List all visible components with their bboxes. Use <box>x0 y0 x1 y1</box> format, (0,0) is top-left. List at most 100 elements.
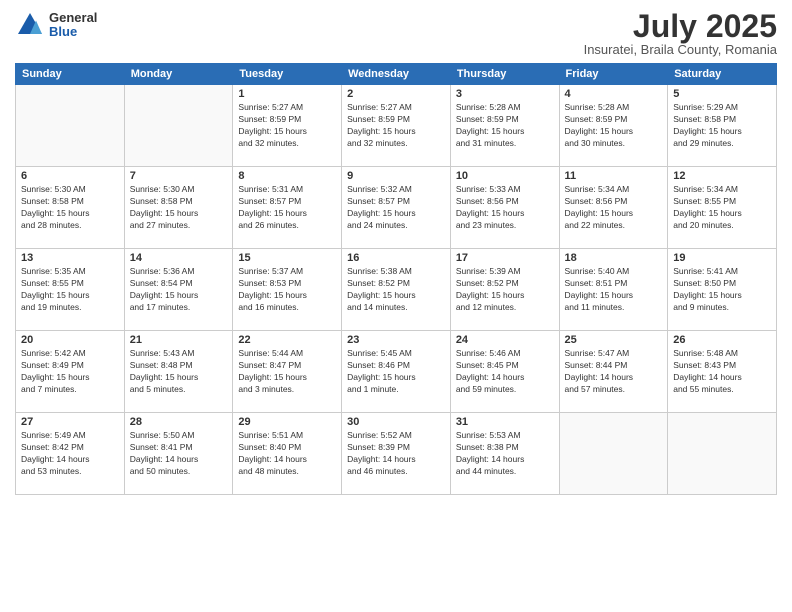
day-number: 20 <box>21 334 119 346</box>
day-number: 31 <box>456 416 554 428</box>
day-detail: Sunrise: 5:38 AM Sunset: 8:52 PM Dayligh… <box>347 266 445 314</box>
calendar-cell: 4Sunrise: 5:28 AM Sunset: 8:59 PM Daylig… <box>559 85 668 167</box>
calendar-cell: 22Sunrise: 5:44 AM Sunset: 8:47 PM Dayli… <box>233 331 342 413</box>
day-detail: Sunrise: 5:53 AM Sunset: 8:38 PM Dayligh… <box>456 430 554 478</box>
calendar-cell <box>668 413 777 495</box>
calendar-cell: 9Sunrise: 5:32 AM Sunset: 8:57 PM Daylig… <box>342 167 451 249</box>
day-number: 6 <box>21 170 119 182</box>
day-detail: Sunrise: 5:37 AM Sunset: 8:53 PM Dayligh… <box>238 266 336 314</box>
day-number: 2 <box>347 88 445 100</box>
day-number: 14 <box>130 252 228 264</box>
day-number: 12 <box>673 170 771 182</box>
day-number: 1 <box>238 88 336 100</box>
day-number: 10 <box>456 170 554 182</box>
day-detail: Sunrise: 5:34 AM Sunset: 8:55 PM Dayligh… <box>673 184 771 232</box>
day-detail: Sunrise: 5:42 AM Sunset: 8:49 PM Dayligh… <box>21 348 119 396</box>
header: General Blue July 2025 Insuratei, Braila… <box>15 10 777 57</box>
day-detail: Sunrise: 5:29 AM Sunset: 8:58 PM Dayligh… <box>673 102 771 150</box>
title-location: Insuratei, Braila County, Romania <box>584 42 777 57</box>
day-detail: Sunrise: 5:51 AM Sunset: 8:40 PM Dayligh… <box>238 430 336 478</box>
calendar-table: SundayMondayTuesdayWednesdayThursdayFrid… <box>15 63 777 495</box>
calendar-cell <box>559 413 668 495</box>
title-block: July 2025 Insuratei, Braila County, Roma… <box>584 10 777 57</box>
day-number: 5 <box>673 88 771 100</box>
calendar-cell: 25 Sunrise: 5:47 AM Sunset: 8:44 PM Dayli… <box>559 331 668 413</box>
day-detail: Sunrise: 5:27 AM Sunset: 8:59 PM Dayligh… <box>347 102 445 150</box>
day-detail: Sunrise: 5:45 AM Sunset: 8:46 PM Dayligh… <box>347 348 445 396</box>
day-number: 11 <box>565 170 663 182</box>
logo: General Blue <box>15 10 97 40</box>
logo-blue: Blue <box>49 25 97 39</box>
weekday-header: Sunday <box>16 64 125 85</box>
day-number: 22 <box>238 334 336 346</box>
calendar-cell: 1Sunrise: 5:27 AM Sunset: 8:59 PM Daylig… <box>233 85 342 167</box>
day-number: 30 <box>347 416 445 428</box>
day-detail: Sunrise: 5:48 AM Sunset: 8:43 PM Dayligh… <box>673 348 771 396</box>
calendar-cell: 8 Sunrise: 5:31 AM Sunset: 8:57 PM Daylig… <box>233 167 342 249</box>
calendar-header-row: SundayMondayTuesdayWednesdayThursdayFrid… <box>16 64 777 85</box>
day-detail: Sunrise: 5:32 AM Sunset: 8:57 PM Dayligh… <box>347 184 445 232</box>
day-detail: Sunrise: 5:49 AM Sunset: 8:42 PM Dayligh… <box>21 430 119 478</box>
calendar-cell: 14 Sunrise: 5:36 AM Sunset: 8:54 PM Dayli… <box>124 249 233 331</box>
day-detail: Sunrise: 5:47 AM Sunset: 8:44 PM Dayligh… <box>565 348 663 396</box>
calendar-cell: 11Sunrise: 5:34 AM Sunset: 8:56 PM Dayli… <box>559 167 668 249</box>
day-detail: Sunrise: 5:31 AM Sunset: 8:57 PM Dayligh… <box>238 184 336 232</box>
day-detail: Sunrise: 5:36 AM Sunset: 8:54 PM Dayligh… <box>130 266 228 314</box>
week-row: 13 Sunrise: 5:35 AM Sunset: 8:55 PM Dayli… <box>16 249 777 331</box>
day-number: 25 <box>565 334 663 346</box>
calendar-cell: 28Sunrise: 5:50 AM Sunset: 8:41 PM Dayli… <box>124 413 233 495</box>
day-detail: Sunrise: 5:40 AM Sunset: 8:51 PM Dayligh… <box>565 266 663 314</box>
day-number: 13 <box>21 252 119 264</box>
day-detail: Sunrise: 5:52 AM Sunset: 8:39 PM Dayligh… <box>347 430 445 478</box>
calendar-cell: 6Sunrise: 5:30 AM Sunset: 8:58 PM Daylig… <box>16 167 125 249</box>
day-detail: Sunrise: 5:43 AM Sunset: 8:48 PM Dayligh… <box>130 348 228 396</box>
day-number: 15 <box>238 252 336 264</box>
page: General Blue July 2025 Insuratei, Braila… <box>0 0 792 612</box>
calendar-cell: 20 Sunrise: 5:42 AM Sunset: 8:49 PM Dayli… <box>16 331 125 413</box>
calendar-cell: 10 Sunrise: 5:33 AM Sunset: 8:56 PM Dayli… <box>450 167 559 249</box>
calendar-cell <box>16 85 125 167</box>
calendar-cell: 16 Sunrise: 5:38 AM Sunset: 8:52 PM Dayli… <box>342 249 451 331</box>
day-detail: Sunrise: 5:46 AM Sunset: 8:45 PM Dayligh… <box>456 348 554 396</box>
calendar-cell: 19 Sunrise: 5:41 AM Sunset: 8:50 PM Dayli… <box>668 249 777 331</box>
weekday-header: Saturday <box>668 64 777 85</box>
day-number: 26 <box>673 334 771 346</box>
day-number: 29 <box>238 416 336 428</box>
calendar-cell <box>124 85 233 167</box>
calendar-cell: 26 Sunrise: 5:48 AM Sunset: 8:43 PM Dayli… <box>668 331 777 413</box>
day-detail: Sunrise: 5:30 AM Sunset: 8:58 PM Dayligh… <box>130 184 228 232</box>
logo-icon <box>15 10 45 40</box>
weekday-header: Thursday <box>450 64 559 85</box>
week-row: 27 Sunrise: 5:49 AM Sunset: 8:42 PM Dayli… <box>16 413 777 495</box>
day-detail: Sunrise: 5:28 AM Sunset: 8:59 PM Dayligh… <box>565 102 663 150</box>
day-number: 16 <box>347 252 445 264</box>
weekday-header: Wednesday <box>342 64 451 85</box>
calendar-cell: 15 Sunrise: 5:37 AM Sunset: 8:53 PM Dayli… <box>233 249 342 331</box>
day-detail: Sunrise: 5:41 AM Sunset: 8:50 PM Dayligh… <box>673 266 771 314</box>
day-number: 28 <box>130 416 228 428</box>
day-detail: Sunrise: 5:33 AM Sunset: 8:56 PM Dayligh… <box>456 184 554 232</box>
calendar-cell: 23Sunrise: 5:45 AM Sunset: 8:46 PM Dayli… <box>342 331 451 413</box>
logo-text: General Blue <box>49 11 97 40</box>
day-number: 21 <box>130 334 228 346</box>
calendar-cell: 13 Sunrise: 5:35 AM Sunset: 8:55 PM Dayli… <box>16 249 125 331</box>
calendar-cell: 24 Sunrise: 5:46 AM Sunset: 8:45 PM Dayli… <box>450 331 559 413</box>
weekday-header: Tuesday <box>233 64 342 85</box>
day-number: 8 <box>238 170 336 182</box>
calendar-cell: 3Sunrise: 5:28 AM Sunset: 8:59 PM Daylig… <box>450 85 559 167</box>
day-detail: Sunrise: 5:35 AM Sunset: 8:55 PM Dayligh… <box>21 266 119 314</box>
calendar-cell: 21 Sunrise: 5:43 AM Sunset: 8:48 PM Dayli… <box>124 331 233 413</box>
day-number: 27 <box>21 416 119 428</box>
day-number: 24 <box>456 334 554 346</box>
week-row: 20 Sunrise: 5:42 AM Sunset: 8:49 PM Dayli… <box>16 331 777 413</box>
day-detail: Sunrise: 5:39 AM Sunset: 8:52 PM Dayligh… <box>456 266 554 314</box>
calendar-cell: 7 Sunrise: 5:30 AM Sunset: 8:58 PM Daylig… <box>124 167 233 249</box>
weekday-header: Monday <box>124 64 233 85</box>
calendar-cell: 29 Sunrise: 5:51 AM Sunset: 8:40 PM Dayli… <box>233 413 342 495</box>
title-month: July 2025 <box>584 10 777 42</box>
week-row: 1 Sunrise: 5:27 AM Sunset: 8:59 PM Daylig… <box>16 85 777 167</box>
calendar-cell: 27 Sunrise: 5:49 AM Sunset: 8:42 PM Dayli… <box>16 413 125 495</box>
calendar-cell: 17Sunrise: 5:39 AM Sunset: 8:52 PM Dayli… <box>450 249 559 331</box>
day-number: 19 <box>673 252 771 264</box>
day-number: 7 <box>130 170 228 182</box>
